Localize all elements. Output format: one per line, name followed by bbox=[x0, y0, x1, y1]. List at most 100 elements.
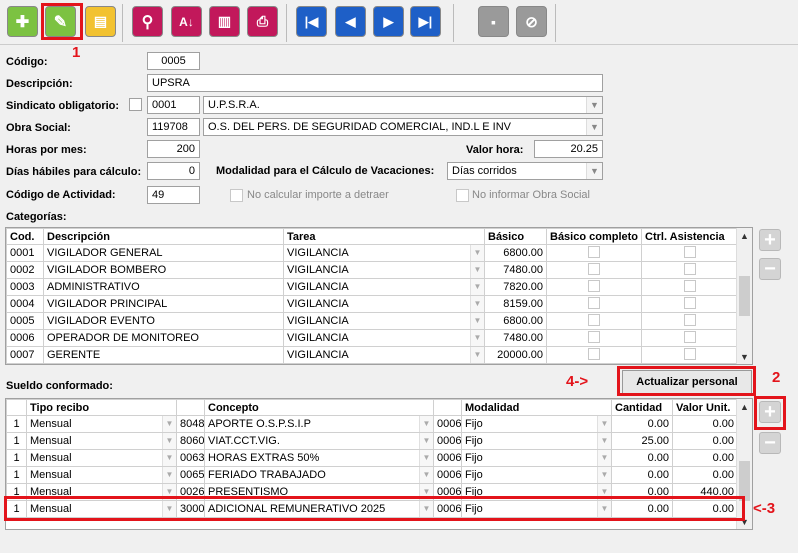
cell-ctrl-asistencia[interactable] bbox=[641, 278, 738, 296]
cell-index[interactable]: 1 bbox=[6, 415, 27, 433]
cell-valor-unit[interactable]: 0.00 bbox=[672, 432, 738, 450]
cell-concepto[interactable]: FERIADO TRABAJADO ▼ bbox=[204, 466, 434, 484]
cell-basico[interactable]: 6800.00 bbox=[484, 244, 547, 262]
cell-modalidad-code[interactable]: 0006 bbox=[433, 415, 462, 433]
cell-tarea[interactable]: VIGILANCIA ▼ bbox=[283, 346, 485, 364]
report-button[interactable]: ▥ bbox=[209, 6, 240, 37]
chevron-down-icon[interactable]: ▼ bbox=[597, 416, 611, 432]
sueldo-row[interactable]: 1 Mensual ▼ 8060 VIAT.CCT.VIG. ▼ 0006 Fijo ▼ 25.0… bbox=[6, 432, 738, 450]
cell-basico[interactable]: 7480.00 bbox=[484, 261, 547, 279]
ctrl-asistencia-checkbox[interactable] bbox=[683, 296, 696, 309]
cell-concepto-code[interactable]: 0063 bbox=[176, 449, 205, 467]
cell-tarea[interactable]: VIGILANCIA ▼ bbox=[283, 312, 485, 330]
cell-concepto-code[interactable]: 8060 bbox=[176, 432, 205, 450]
categoria-row[interactable]: 0007 GERENTE VIGILANCIA ▼ 20000.00 bbox=[6, 346, 738, 364]
first-record-button[interactable]: |◀ bbox=[296, 6, 327, 37]
cell-modalidad-code[interactable]: 0006 bbox=[433, 432, 462, 450]
chevron-down-icon[interactable]: ▼ bbox=[470, 296, 484, 312]
cell-concepto-code[interactable]: 8048 bbox=[176, 415, 205, 433]
cell-ctrl-asistencia[interactable] bbox=[641, 295, 738, 313]
chevron-down-icon[interactable]: ▼ bbox=[419, 433, 433, 449]
cell-ctrl-asistencia[interactable] bbox=[641, 244, 738, 262]
cell-basico-completo[interactable] bbox=[546, 295, 642, 313]
chevron-down-icon[interactable]: ▼ bbox=[162, 433, 176, 449]
last-record-button[interactable]: ▶| bbox=[410, 6, 441, 37]
sindicato-checkbox[interactable] bbox=[129, 98, 142, 111]
descripcion-field[interactable]: UPSRA bbox=[147, 74, 603, 92]
search-button[interactable]: ⚲ bbox=[132, 6, 163, 37]
cell-valor-unit[interactable]: 0.00 bbox=[672, 466, 738, 484]
cell-concepto-code[interactable]: 0065 bbox=[176, 466, 205, 484]
save-button[interactable]: ▪ bbox=[478, 6, 509, 37]
basico-completo-checkbox[interactable] bbox=[588, 330, 600, 343]
col-concepto[interactable]: Concepto bbox=[204, 399, 434, 416]
cell-cod[interactable]: 0005 bbox=[6, 312, 44, 330]
cancel-button[interactable]: ⊘ bbox=[516, 6, 547, 37]
cell-descripcion[interactable]: OPERADOR DE MONITOREO bbox=[43, 329, 284, 347]
cell-index[interactable]: 1 bbox=[6, 432, 27, 450]
modalidad-select[interactable]: Días corridos ▼ bbox=[447, 162, 603, 180]
categoria-row[interactable]: 0004 VIGILADOR PRINCIPAL VIGILANCIA ▼ 8159.0… bbox=[6, 295, 738, 313]
categoria-row[interactable]: 0002 VIGILADOR BOMBERO VIGILANCIA ▼ 7480.00 bbox=[6, 261, 738, 279]
chevron-down-icon[interactable]: ▼ bbox=[162, 450, 176, 466]
cell-cod[interactable]: 0007 bbox=[6, 346, 44, 364]
chevron-down-icon[interactable]: ▼ bbox=[470, 262, 484, 278]
scroll-thumb[interactable] bbox=[739, 461, 750, 501]
cell-basico-completo[interactable] bbox=[546, 278, 642, 296]
chevron-down-icon[interactable]: ▼ bbox=[162, 467, 176, 483]
valor-hora-field[interactable]: 20.25 bbox=[534, 140, 603, 158]
cell-basico-completo[interactable] bbox=[546, 346, 642, 364]
chevron-down-icon[interactable]: ▼ bbox=[586, 119, 602, 135]
chevron-down-icon[interactable]: ▼ bbox=[470, 245, 484, 261]
categoria-row[interactable]: 0005 VIGILADOR EVENTO VIGILANCIA ▼ 6800.00 bbox=[6, 312, 738, 330]
no-informar-checkbox[interactable] bbox=[456, 189, 469, 202]
cell-modalidad-code[interactable]: 0006 bbox=[433, 449, 462, 467]
cell-tipo-recibo[interactable]: Mensual ▼ bbox=[26, 466, 177, 484]
print-button[interactable]: ⎙ bbox=[247, 6, 278, 37]
cell-tipo-recibo[interactable]: Mensual ▼ bbox=[26, 449, 177, 467]
col-valor-unit[interactable]: Valor Unit. bbox=[672, 399, 738, 416]
cell-tarea[interactable]: VIGILANCIA ▼ bbox=[283, 295, 485, 313]
cell-tipo-recibo[interactable]: Mensual ▼ bbox=[26, 432, 177, 450]
cell-cod[interactable]: 0001 bbox=[6, 244, 44, 262]
chevron-down-icon[interactable]: ▼ bbox=[597, 450, 611, 466]
categoria-row[interactable]: 0001 VIGILADOR GENERAL VIGILANCIA ▼ 6800.00 bbox=[6, 244, 738, 262]
cell-cantidad[interactable]: 0.00 bbox=[611, 449, 673, 467]
col-ctrl-asistencia[interactable]: Ctrl. Asistencia bbox=[641, 228, 738, 245]
chevron-down-icon[interactable]: ▼ bbox=[470, 347, 484, 363]
cell-descripcion[interactable]: VIGILADOR GENERAL bbox=[43, 244, 284, 262]
add-categoria-button[interactable]: + bbox=[759, 229, 781, 251]
col-basico-completo[interactable]: Básico completo bbox=[546, 228, 642, 245]
col-descripcion[interactable]: Descripción bbox=[43, 228, 284, 245]
cell-index[interactable]: 1 bbox=[6, 449, 27, 467]
col-tarea[interactable]: Tarea bbox=[283, 228, 485, 245]
cell-descripcion[interactable]: ADMINISTRATIVO bbox=[43, 278, 284, 296]
ctrl-asistencia-checkbox[interactable] bbox=[683, 279, 696, 292]
horas-field[interactable]: 200 bbox=[147, 140, 200, 158]
cell-concepto[interactable]: HORAS EXTRAS 50% ▼ bbox=[204, 449, 434, 467]
dias-field[interactable]: 0 bbox=[147, 162, 200, 180]
cell-ctrl-asistencia[interactable] bbox=[641, 312, 738, 330]
cell-tarea[interactable]: VIGILANCIA ▼ bbox=[283, 244, 485, 262]
cell-ctrl-asistencia[interactable] bbox=[641, 329, 738, 347]
codigo-field[interactable]: 0005 bbox=[147, 52, 200, 70]
basico-completo-checkbox[interactable] bbox=[588, 296, 600, 309]
cell-valor-unit[interactable]: 0.00 bbox=[672, 449, 738, 467]
no-calcular-checkbox[interactable] bbox=[230, 189, 243, 202]
cell-basico[interactable]: 7820.00 bbox=[484, 278, 547, 296]
cell-modalidad-code[interactable]: 0006 bbox=[433, 466, 462, 484]
remove-categoria-button[interactable]: − bbox=[759, 258, 781, 280]
col-cantidad[interactable]: Cantidad bbox=[611, 399, 673, 416]
chevron-down-icon[interactable]: ▼ bbox=[586, 163, 602, 179]
chevron-down-icon[interactable]: ▼ bbox=[470, 313, 484, 329]
scroll-thumb[interactable] bbox=[739, 276, 750, 316]
cell-tarea[interactable]: VIGILANCIA ▼ bbox=[283, 329, 485, 347]
chevron-down-icon[interactable]: ▼ bbox=[470, 279, 484, 295]
categoria-row[interactable]: 0003 ADMINISTRATIVO VIGILANCIA ▼ 7820.00 bbox=[6, 278, 738, 296]
cell-basico[interactable]: 7480.00 bbox=[484, 329, 547, 347]
ctrl-asistencia-checkbox[interactable] bbox=[683, 262, 696, 275]
cell-descripcion[interactable]: VIGILADOR BOMBERO bbox=[43, 261, 284, 279]
next-record-button[interactable]: ▶ bbox=[373, 6, 404, 37]
categorias-grid[interactable]: Cod. Descripción Tarea Básico Básico com… bbox=[5, 227, 753, 365]
cell-basico-completo[interactable] bbox=[546, 261, 642, 279]
